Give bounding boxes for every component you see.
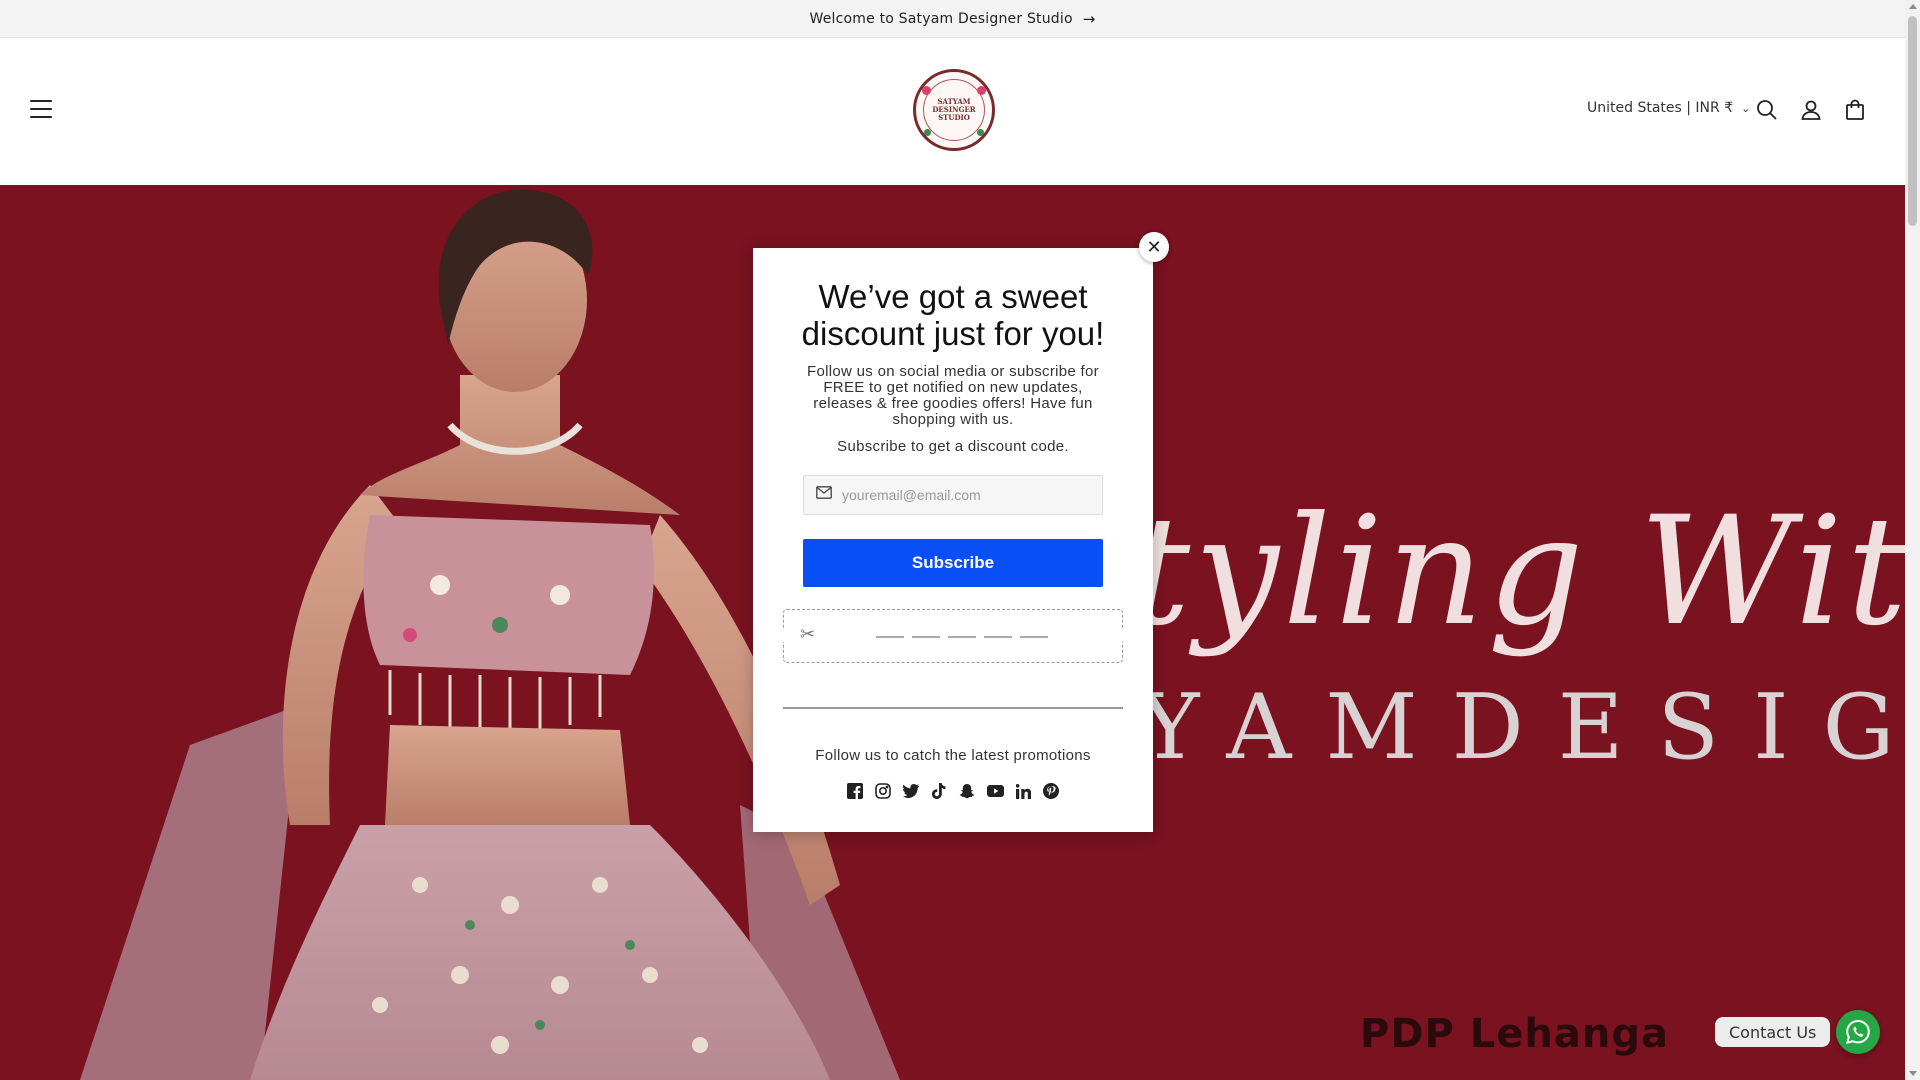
announcement-text[interactable]: Welcome to Satyam Designer Studio: [809, 11, 1072, 27]
tiktok-icon[interactable]: [930, 782, 948, 800]
coupon-code-box[interactable]: ✂: [780, 609, 1126, 663]
youtube-icon[interactable]: [986, 782, 1004, 800]
hamburger-menu-icon[interactable]: [30, 100, 52, 120]
facebook-icon[interactable]: [846, 782, 864, 800]
search-icon[interactable]: [1755, 98, 1779, 122]
account-icon[interactable]: [1799, 98, 1823, 122]
follow-text: Follow us to catch the latest promotions: [815, 747, 1091, 764]
arrow-right-icon: →: [1082, 9, 1096, 28]
logo-text: SATYAM DESINGER STUDIO: [923, 79, 985, 141]
scroll-up-icon[interactable]: [1909, 4, 1917, 9]
site-logo[interactable]: SATYAM DESINGER STUDIO: [913, 69, 995, 151]
site-header: SATYAM DESINGER STUDIO United States | I…: [0, 38, 1905, 185]
whatsapp-icon[interactable]: [1836, 1010, 1880, 1054]
snapchat-icon[interactable]: [958, 782, 976, 800]
hero-brand-text: YAMDESIGN: [1140, 675, 1905, 780]
hero-script-text: tyling With: [1130, 485, 1905, 659]
close-popup-button[interactable]: ✕: [1139, 232, 1169, 262]
subscribe-prompt: Subscribe to get a discount code.: [837, 438, 1069, 455]
country-currency-selector[interactable]: United States | INR ₹ ⌄: [1587, 100, 1750, 116]
contact-us-text: Contact Us: [1729, 1022, 1817, 1042]
chevron-down-icon: ⌄: [1741, 101, 1751, 115]
scroll-down-icon[interactable]: [1909, 1071, 1917, 1076]
mail-icon: [816, 486, 832, 504]
coupon-code-placeholder: [876, 636, 1048, 638]
hero-caption: PDP Lehanga: [1360, 1011, 1669, 1057]
discount-popup: We’ve got a sweet discount just for you!…: [753, 248, 1153, 832]
close-icon: ✕: [1146, 236, 1162, 258]
scissors-icon: ✂: [800, 624, 816, 644]
social-links: [753, 782, 1153, 800]
pinterest-icon[interactable]: [1042, 782, 1060, 800]
popup-title: We’ve got a sweet discount just for you!: [801, 278, 1105, 352]
announcement-bar[interactable]: Welcome to Satyam Designer Studio →: [0, 0, 1905, 38]
popup-divider: [783, 707, 1123, 709]
contact-us-label[interactable]: Contact Us: [1715, 1017, 1831, 1047]
linkedin-icon[interactable]: [1014, 782, 1032, 800]
subscribe-button[interactable]: Subscribe: [803, 539, 1103, 587]
page-scrollbar[interactable]: [1905, 0, 1920, 1080]
popup-description: Follow us on social media or subscribe f…: [807, 363, 1099, 428]
scrollbar-thumb[interactable]: [1908, 16, 1917, 226]
cart-icon[interactable]: [1843, 98, 1867, 122]
email-input[interactable]: [842, 487, 1092, 503]
country-selector-label: United States | INR ₹: [1587, 100, 1734, 116]
email-field[interactable]: [803, 475, 1103, 515]
instagram-icon[interactable]: [874, 782, 892, 800]
twitter-icon[interactable]: [902, 782, 920, 800]
